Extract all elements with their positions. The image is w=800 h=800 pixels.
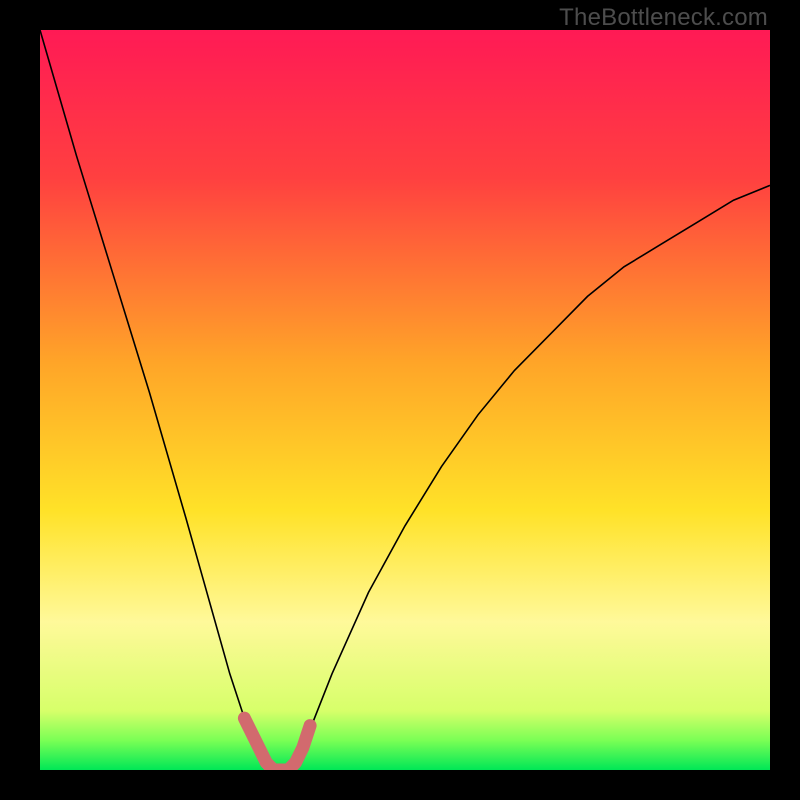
chart-frame: TheBottleneck.com	[0, 0, 800, 800]
bottleneck-highlight	[244, 718, 310, 770]
watermark-text: TheBottleneck.com	[559, 4, 768, 32]
plot-area	[40, 30, 770, 770]
bottleneck-curve	[40, 30, 770, 770]
curve-layer	[40, 30, 770, 770]
